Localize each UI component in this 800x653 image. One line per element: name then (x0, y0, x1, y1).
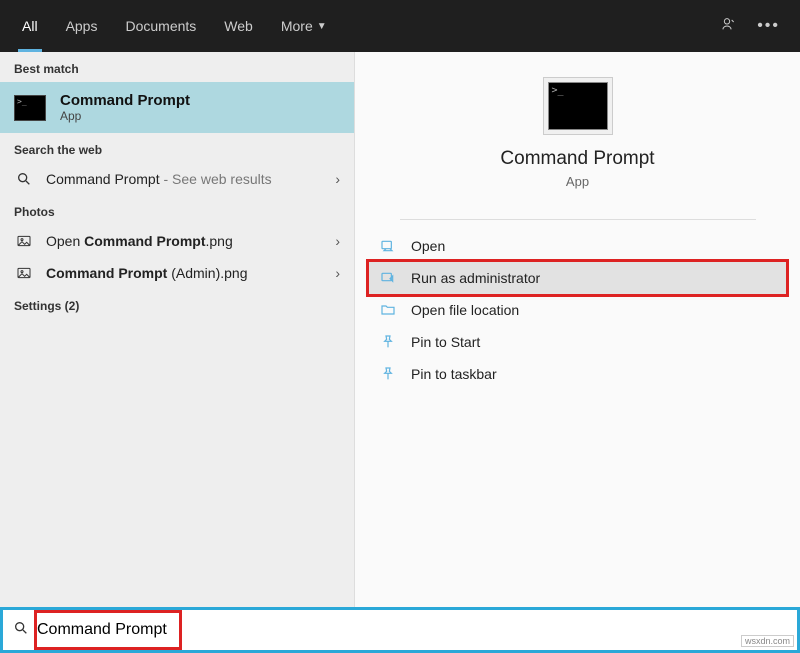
top-tab-bar: All Apps Documents Web More ▼ ••• (0, 0, 800, 52)
tab-more[interactable]: More ▼ (267, 0, 341, 52)
tab-label: More (281, 18, 313, 34)
best-match-title: Command Prompt (60, 92, 190, 109)
web-result-text: Command Prompt - See web results (46, 171, 323, 187)
more-icon[interactable]: ••• (757, 17, 780, 35)
feedback-icon[interactable] (721, 16, 737, 37)
pin-taskbar-action[interactable]: Pin to taskbar (369, 358, 786, 390)
chevron-right-icon: › (335, 233, 340, 249)
tab-label: Documents (125, 18, 196, 34)
tab-all[interactable]: All (8, 0, 52, 52)
photo-result-text: Open Command Prompt.png (46, 233, 323, 249)
tab-documents[interactable]: Documents (111, 0, 210, 52)
best-match-subtitle: App (60, 109, 190, 123)
divider (400, 219, 756, 220)
pin-start-action[interactable]: Pin to Start (369, 326, 786, 358)
main-area: Best match Command Prompt App Search the… (0, 52, 800, 607)
results-panel: Best match Command Prompt App Search the… (0, 52, 355, 607)
open-location-action[interactable]: Open file location (369, 294, 786, 326)
tab-label: All (22, 18, 38, 34)
tab-label: Apps (66, 18, 98, 34)
command-prompt-icon (14, 95, 46, 121)
run-admin-action[interactable]: Run as administrator (369, 262, 786, 294)
settings-label[interactable]: Settings (2) (0, 289, 354, 319)
chevron-down-icon: ▼ (317, 21, 327, 32)
image-icon (14, 265, 34, 281)
tab-label: Web (224, 18, 253, 34)
open-icon (379, 238, 397, 254)
photos-label: Photos (0, 195, 354, 225)
folder-icon (379, 302, 397, 318)
action-label: Open file location (411, 302, 519, 318)
detail-panel: Command Prompt App Open Run as administr… (355, 52, 800, 607)
chevron-right-icon: › (335, 265, 340, 281)
best-match-label: Best match (0, 52, 354, 82)
tab-web[interactable]: Web (210, 0, 267, 52)
search-icon (13, 620, 29, 641)
actions-list: Open Run as administrator Open file loca… (355, 230, 800, 390)
action-label: Open (411, 238, 445, 254)
web-result-item[interactable]: Command Prompt - See web results › (0, 163, 354, 195)
search-web-label: Search the web (0, 133, 354, 163)
app-title: Command Prompt (500, 148, 654, 170)
open-action[interactable]: Open (369, 230, 786, 262)
photo-result-item[interactable]: Command Prompt (Admin).png › (0, 257, 354, 289)
pin-icon (379, 366, 397, 382)
pin-icon (379, 334, 397, 350)
admin-icon (379, 270, 397, 286)
watermark: wsxdn.com (741, 635, 794, 647)
tab-apps[interactable]: Apps (52, 0, 112, 52)
search-bar[interactable] (0, 607, 800, 653)
action-label: Pin to taskbar (411, 366, 497, 382)
photo-result-item[interactable]: Open Command Prompt.png › (0, 225, 354, 257)
chevron-right-icon: › (335, 171, 340, 187)
photo-result-text: Command Prompt (Admin).png (46, 265, 323, 281)
search-icon (14, 171, 34, 187)
app-type: App (566, 174, 589, 189)
image-icon (14, 233, 34, 249)
command-prompt-icon (548, 82, 608, 130)
best-match-item[interactable]: Command Prompt App (0, 82, 354, 133)
action-label: Pin to Start (411, 334, 480, 350)
search-input[interactable] (37, 621, 787, 639)
action-label: Run as administrator (411, 270, 540, 286)
